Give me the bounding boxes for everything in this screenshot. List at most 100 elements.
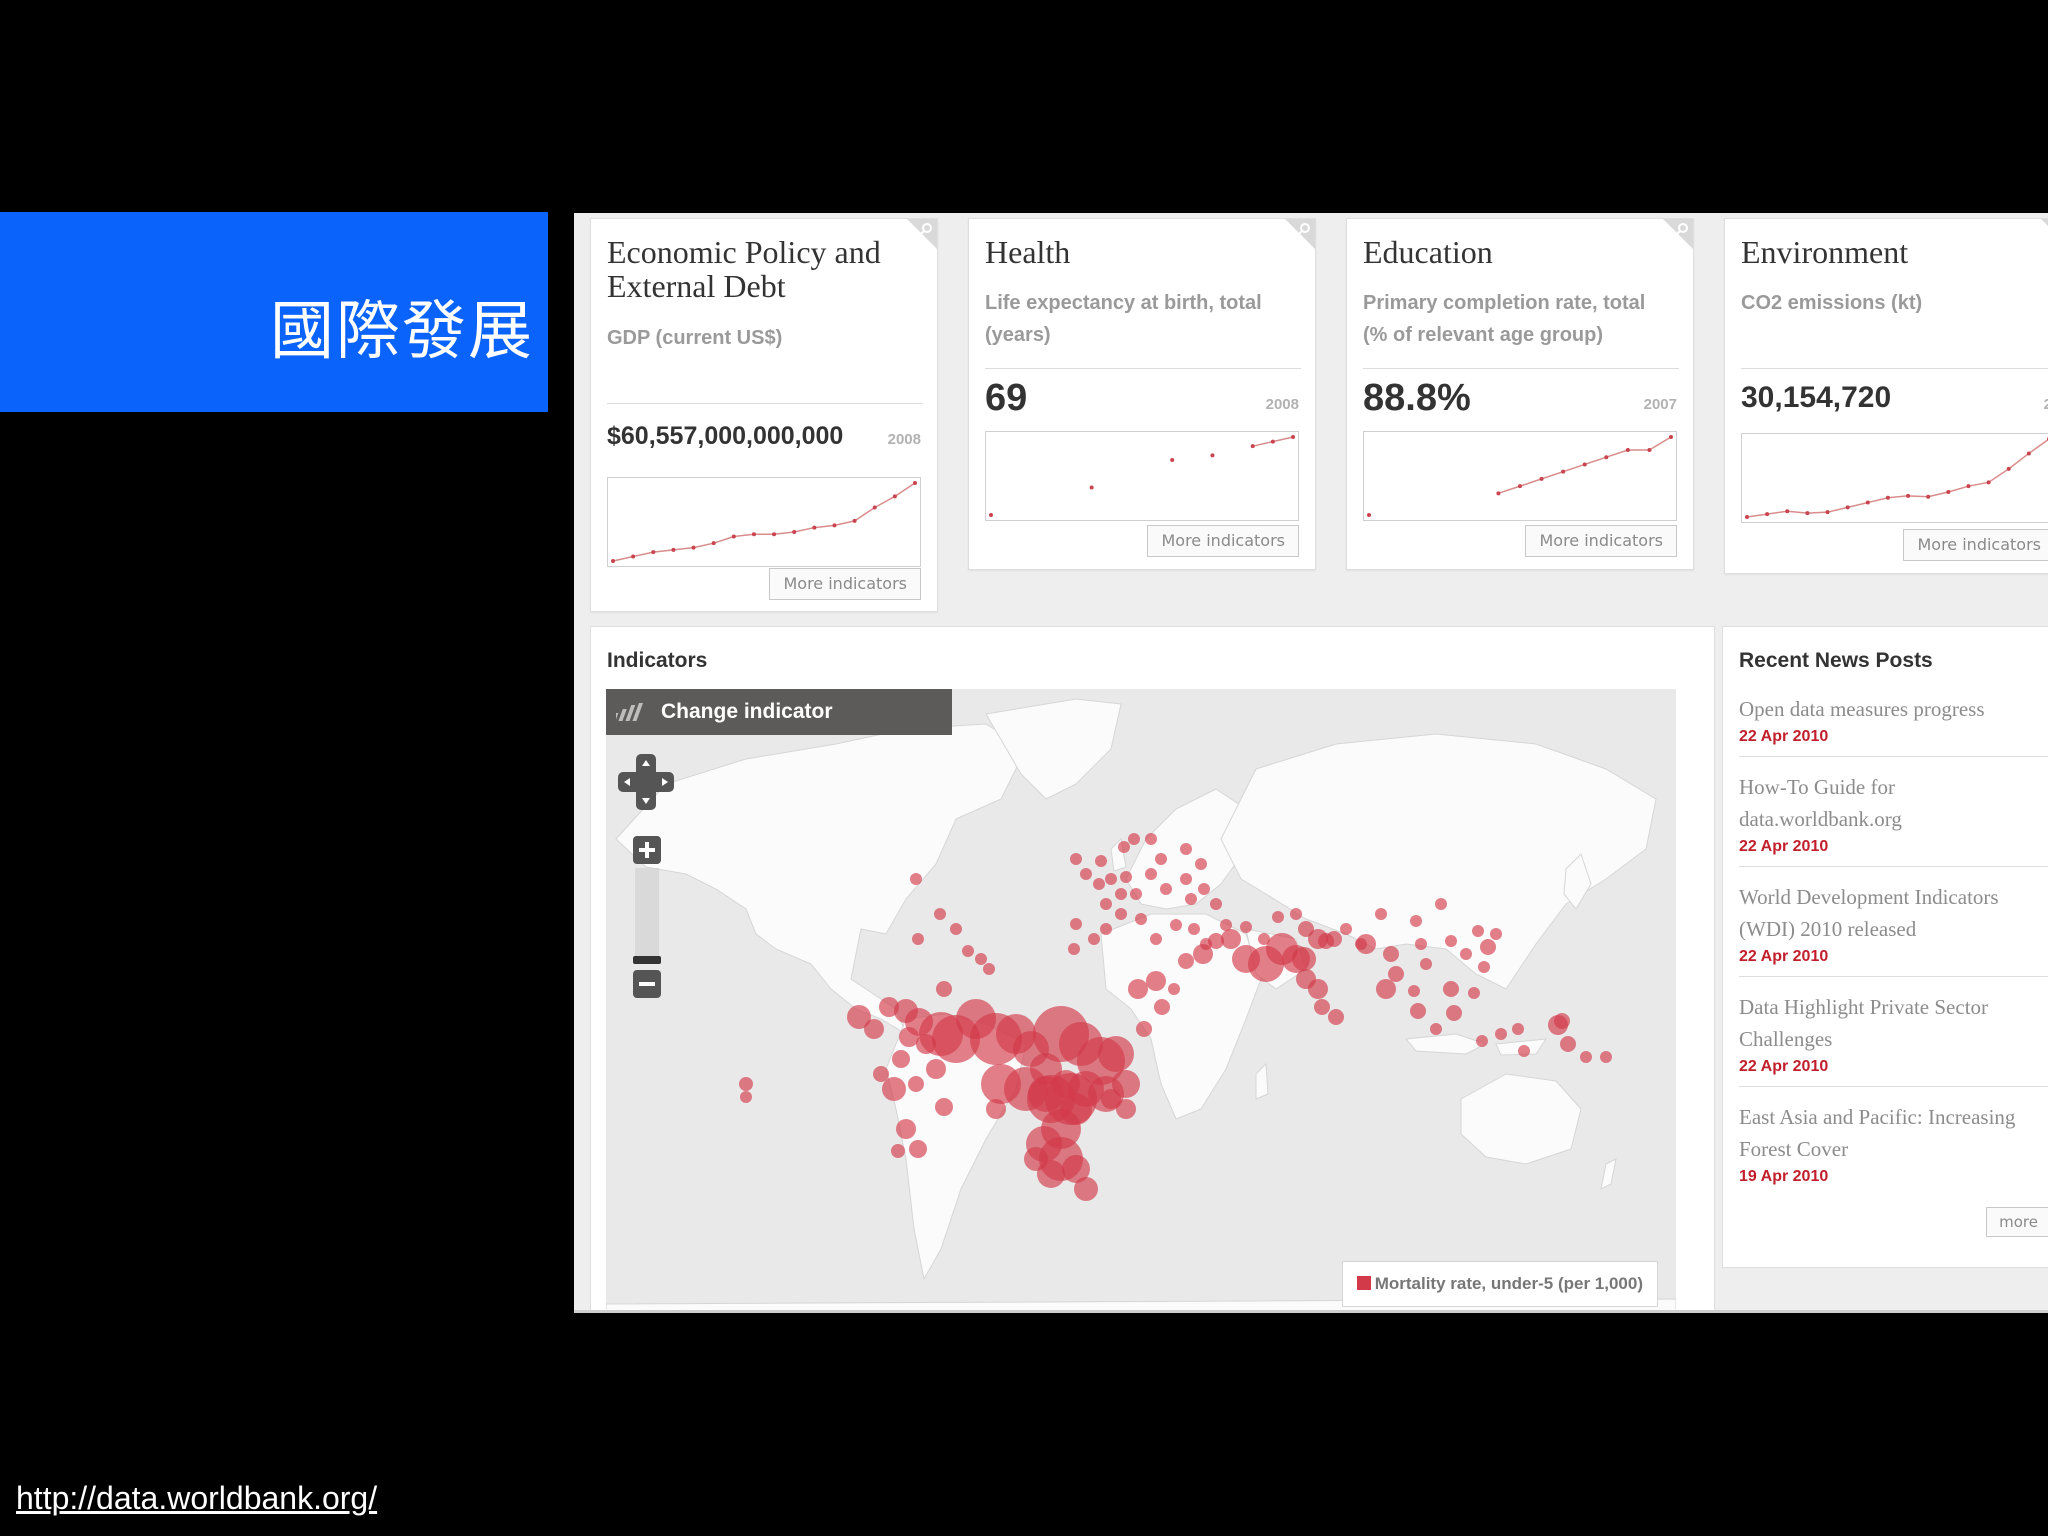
map-bubble (1198, 883, 1210, 895)
news-headline[interactable]: East Asia and Pacific: Increasing Forest … (1739, 1101, 2048, 1165)
map-bubble (1240, 921, 1252, 933)
map-bubble (1518, 1045, 1530, 1057)
world-map-canvas[interactable] (606, 689, 1676, 1313)
sparkline-point (913, 481, 917, 485)
news-item[interactable]: World Development Indicators (WDI) 2010 r… (1739, 881, 2048, 977)
card-title: Environment (1741, 234, 1909, 270)
map-bubble (1408, 985, 1420, 997)
map-bubble (1100, 898, 1112, 910)
news-item[interactable]: Open data measures progress 22 Apr 2010 (1739, 693, 2048, 757)
news-title: Recent News Posts (1739, 649, 1933, 672)
divider (1739, 866, 2048, 867)
map-bubble (1118, 841, 1130, 853)
map-bubble (1600, 1051, 1612, 1063)
map-bubble (1290, 908, 1302, 920)
more-indicators-button[interactable]: More indicators (769, 568, 921, 600)
more-indicators-button[interactable]: More indicators (1525, 525, 1677, 557)
map-bubble (935, 1098, 953, 1116)
news-item[interactable]: How-To Guide for data.worldbank.org 22 Ap… (1739, 771, 2048, 867)
map-bubble (1180, 873, 1192, 885)
more-indicators-button[interactable]: More indicators (1903, 529, 2048, 561)
sparkline-point (1785, 509, 1790, 514)
map-bubble (986, 1099, 1006, 1119)
map-bubble (1128, 833, 1140, 845)
map-bubble (1145, 868, 1157, 880)
map-bubble (1476, 1035, 1488, 1047)
map-bubble (1210, 898, 1222, 910)
map-bubble (916, 1034, 936, 1054)
news-headline[interactable]: World Development Indicators (WDI) 2010 r… (1739, 881, 2048, 945)
map-zoom-control[interactable] (633, 836, 661, 998)
news-item[interactable]: East Asia and Pacific: Increasing Forest … (1739, 1101, 2048, 1186)
map-bubble (882, 1077, 906, 1101)
sparkline-point (1604, 455, 1609, 460)
sparkline-point (1865, 500, 1870, 505)
sparkline-chart (985, 431, 1299, 521)
map-bubble (1435, 898, 1447, 910)
map-bubble (1480, 939, 1496, 955)
map-bubble (1356, 934, 1376, 954)
magnifier-corner-icon[interactable] (1663, 219, 1693, 249)
sparkline-point (2006, 466, 2011, 471)
magnifier-corner-icon[interactable] (2041, 219, 2048, 249)
news-item[interactable]: Data Highlight Private Sector Challenges … (1739, 991, 2048, 1087)
map-bubble (1383, 946, 1399, 962)
slide-title: 國際發展 (270, 295, 534, 369)
map-bubble (1460, 948, 1472, 960)
change-indicator-button[interactable]: Change indicator (606, 689, 952, 735)
map-bubble (1178, 953, 1194, 969)
sparkline-point (1885, 495, 1890, 500)
sparkline-point (1291, 435, 1295, 439)
map-bubble (891, 1144, 905, 1158)
map-bubble (1308, 979, 1328, 999)
map-bubble (1150, 933, 1162, 945)
indicator-year: 2007 (1643, 396, 1677, 413)
divider (1739, 1086, 2048, 1087)
world-map[interactable]: Change indicator Mortality rate, under-5… (606, 689, 1676, 1313)
more-indicators-button[interactable]: More indicators (1147, 525, 1299, 557)
map-bubble (1468, 987, 1480, 999)
divider (574, 1310, 2048, 1313)
map-bubble (1472, 925, 1484, 937)
card-economic-policy: Economic Policy and External Debt GDP (cu… (590, 218, 938, 612)
card-title: Economic Policy and External Debt (607, 234, 881, 304)
card-education: Education Primary completion rate, total… (1346, 218, 1694, 570)
news-headline[interactable]: How-To Guide for data.worldbank.org (1739, 771, 2048, 835)
sparkline-point (1986, 480, 1991, 485)
map-legend: Mortality rate, under-5 (per 1,000) (1341, 1261, 1658, 1307)
news-headline[interactable]: Data Highlight Private Sector Challenges (1739, 991, 2048, 1055)
indicator-label[interactable]: Life expectancy at birth, total (years) (985, 287, 1262, 351)
map-bubble (1135, 913, 1147, 925)
indicator-year: 2006 (2043, 396, 2048, 413)
sparkline-point (1089, 485, 1094, 490)
sparkline-point (892, 494, 897, 499)
map-bubble (1478, 961, 1490, 973)
magnifier-corner-icon[interactable] (907, 219, 937, 249)
map-bubble (1105, 873, 1117, 885)
news-more-button[interactable]: more (1986, 1207, 2048, 1237)
sparkline-point (651, 550, 656, 555)
sparkline-point (872, 505, 877, 510)
map-bubble (1314, 999, 1330, 1015)
indicator-label[interactable]: Primary completion rate, total (% of rele… (1363, 287, 1645, 351)
map-bubble (1154, 999, 1170, 1015)
map-bubble (1221, 929, 1241, 949)
source-link[interactable]: http://data.worldbank.org/ (16, 1480, 377, 1517)
sparkline-point (1270, 439, 1275, 444)
indicator-label[interactable]: CO2 emissions (kt) (1741, 287, 1922, 319)
indicator-value: 88.8% (1363, 377, 1471, 419)
map-bubble (1200, 938, 1212, 950)
news-headline[interactable]: Open data measures progress (1739, 693, 2048, 725)
indicator-label[interactable]: GDP (current US$) (607, 322, 782, 354)
sparkline-chart (1741, 433, 2048, 523)
map-bubble (1180, 843, 1192, 855)
map-bubble (1220, 919, 1232, 931)
map-bubble (1445, 935, 1457, 947)
card-title: Health (985, 234, 1071, 270)
map-pan-control[interactable] (618, 754, 674, 810)
map-bubble (1088, 933, 1100, 945)
magnifier-corner-icon[interactable] (1285, 219, 1315, 249)
sparkline-point (832, 523, 837, 528)
indicator-value: 30,154,720 (1741, 381, 1892, 414)
map-bubble (1098, 1036, 1134, 1072)
